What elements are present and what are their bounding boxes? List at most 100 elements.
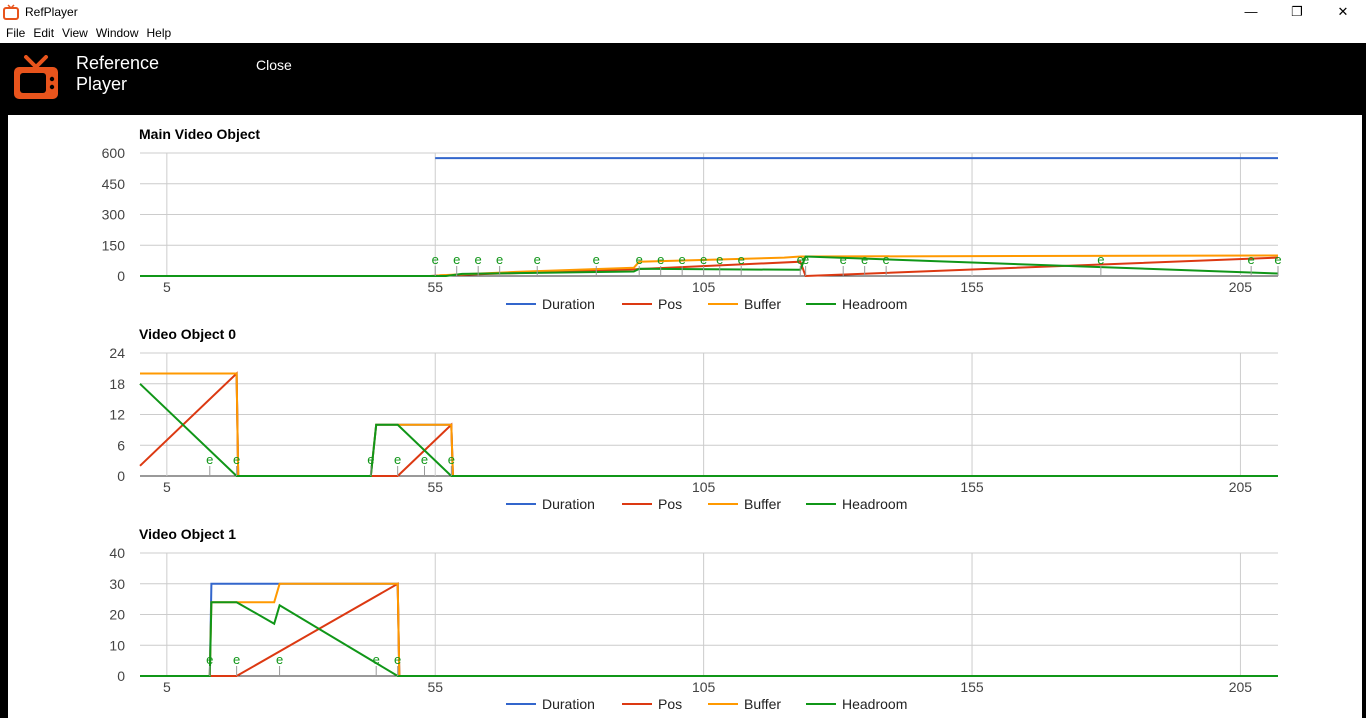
minimize-button[interactable]: —: [1228, 0, 1274, 23]
legend-label-headroom: Headroom: [842, 696, 907, 712]
y-tick-label: 6: [117, 437, 125, 453]
annotation-label: e: [657, 252, 664, 267]
series-line-buffer: [140, 372, 1278, 477]
series-line-duration: [140, 582, 1278, 677]
x-tick-label: 205: [1229, 679, 1253, 695]
legend-label-buffer: Buffer: [744, 296, 781, 312]
chart-svg-2: Video Object 10102030405 55 105 155 205e e e e e…: [109, 526, 1278, 712]
annotation-label: e: [233, 652, 240, 667]
annotation-label: e: [206, 652, 213, 667]
annotation-label: e: [1097, 252, 1104, 267]
y-tick-label: 10: [109, 637, 125, 653]
series-line-pos: [140, 582, 1278, 677]
close-window-button[interactable]: ✕: [1320, 0, 1366, 23]
annotation-label: e: [738, 252, 745, 267]
annotation-label: e: [394, 452, 401, 467]
y-tick-label: 150: [102, 237, 126, 253]
legend-label-buffer: Buffer: [744, 496, 781, 512]
video-object-1-chart: Video Object 1 0 10 20 30 40 5 55 105 155 205 e e e e e…: [8, 515, 1362, 715]
menu-help[interactable]: Help: [147, 26, 172, 40]
annotation-label: e: [448, 452, 455, 467]
annotation-label: e: [534, 252, 541, 267]
charts-area: Main Video Object 0 150 300 450 600 5 55 105 155 2…: [8, 115, 1362, 718]
app-tv-icon: [3, 3, 19, 20]
app-header: Reference Player Close: [0, 43, 1366, 115]
chart-svg-0: Main Video Object01503004506005 55 105 155 2…: [102, 126, 1282, 312]
y-tick-label: 450: [102, 176, 126, 192]
minimize-icon: —: [1244, 4, 1258, 19]
annotation-label: e: [802, 252, 809, 267]
chart-svg-1: Video Object 0061218245 55 105 155 205e e e e e e…: [109, 326, 1278, 512]
x-tick-label: 55: [427, 679, 443, 695]
annotation-label: e: [276, 652, 283, 667]
legend-label-pos: Pos: [658, 496, 682, 512]
y-tick-label: 0: [117, 468, 125, 484]
x-tick-label: 155: [960, 679, 984, 695]
legend-label-pos: Pos: [658, 696, 682, 712]
series-line-pos: [139, 371, 1278, 477]
y-tick-label: 0: [117, 268, 125, 284]
legend-label-headroom: Headroom: [842, 496, 907, 512]
annotation-label: e: [840, 252, 847, 267]
series-line-duration: [140, 372, 1278, 477]
close-icon: ✕: [1337, 3, 1349, 19]
annotation-label: e: [1274, 252, 1281, 267]
x-tick-label: 205: [1229, 279, 1253, 295]
chart-title: Main Video Object: [139, 126, 260, 142]
legend-label-duration: Duration: [542, 496, 595, 512]
x-tick-label: 155: [960, 479, 984, 495]
legend-label-headroom: Headroom: [842, 296, 907, 312]
y-tick-label: 24: [109, 345, 125, 361]
chart-title: Video Object 0: [139, 326, 236, 342]
x-tick-label: 105: [692, 479, 716, 495]
annotation-label: e: [206, 452, 213, 467]
annotation-label: e: [475, 252, 482, 267]
x-tick-label: 5: [163, 679, 171, 695]
x-tick-label: 5: [163, 279, 171, 295]
annotation-label: e: [367, 452, 374, 467]
menu-view[interactable]: View: [62, 26, 88, 40]
brand-line-1: Reference: [76, 53, 160, 73]
menu-file[interactable]: File: [6, 26, 25, 40]
annotation-label: e: [593, 252, 600, 267]
y-tick-label: 600: [102, 145, 126, 161]
y-tick-label: 30: [109, 576, 125, 592]
legend-label-duration: Duration: [542, 696, 595, 712]
series-line-headroom: [139, 383, 1278, 477]
title-bar: RefPlayer — ❐ ✕: [0, 0, 1366, 23]
window-title: RefPlayer: [25, 4, 78, 19]
x-tick-label: 55: [427, 279, 443, 295]
close-button[interactable]: Close: [256, 57, 292, 73]
y-tick-label: 12: [109, 407, 125, 423]
tv-logo-icon: [14, 55, 58, 99]
brand-line-2: Player: [76, 74, 128, 94]
menu-window[interactable]: Window: [96, 26, 139, 40]
annotation-label: e: [233, 452, 240, 467]
x-tick-label: 55: [427, 479, 443, 495]
annotation-label: e: [1248, 252, 1255, 267]
series-line-headroom: [140, 601, 1278, 677]
legend-label-buffer: Buffer: [744, 696, 781, 712]
brand-title: Reference Player: [76, 53, 159, 95]
legend-label-pos: Pos: [658, 296, 682, 312]
x-tick-label: 155: [960, 279, 984, 295]
x-tick-label: 205: [1229, 479, 1253, 495]
annotation-label: e: [373, 652, 380, 667]
video-object-0-chart: Video Object 0 0 6 12 18 24 5 55 105 155 205 e e e e e e…: [8, 315, 1362, 515]
y-tick-label: 300: [102, 207, 126, 223]
annotation-label: e: [679, 252, 686, 267]
annotation-label: e: [861, 252, 868, 267]
x-tick-label: 5: [163, 479, 171, 495]
y-tick-label: 18: [109, 376, 125, 392]
annotation-label: e: [496, 252, 503, 267]
restore-icon: ❐: [1291, 3, 1303, 19]
menu-bar: File Edit View Window Help: [0, 23, 1366, 43]
menu-edit[interactable]: Edit: [33, 26, 54, 40]
y-tick-label: 0: [117, 668, 125, 684]
y-tick-label: 20: [109, 607, 125, 623]
annotation-label: e: [394, 652, 401, 667]
restore-button[interactable]: ❐: [1274, 0, 1320, 23]
annotation-label: e: [700, 252, 707, 267]
chart-title: Video Object 1: [139, 526, 236, 542]
main-video-object-chart: Main Video Object 0 150 300 450 600 5 55 105 155 2…: [8, 115, 1362, 315]
